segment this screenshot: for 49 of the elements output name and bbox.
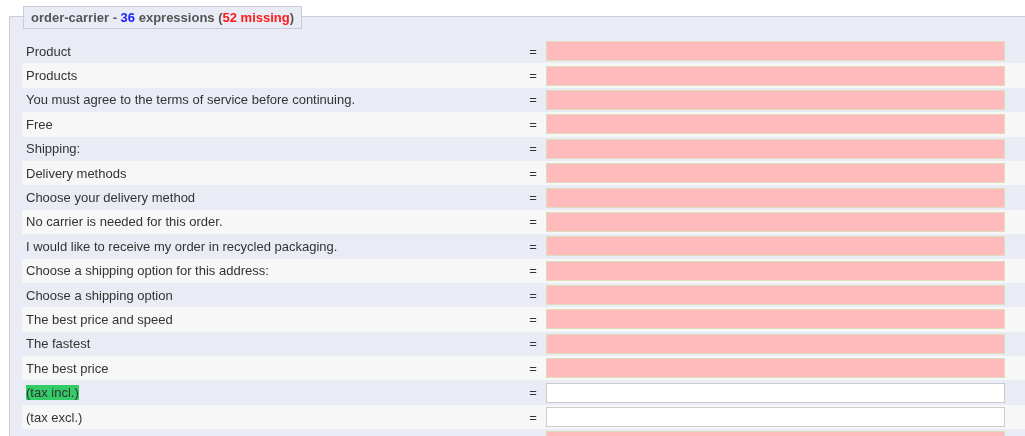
translation-field[interactable] [546, 41, 1005, 62]
expression-label: (tax incl.) [26, 385, 79, 401]
expression-label: Choose a shipping option for this address: [26, 263, 269, 279]
equals-sign: = [528, 116, 538, 132]
translation-field[interactable] [546, 309, 1005, 330]
equals-sign: = [528, 190, 538, 206]
expression-label: The fastest [26, 336, 91, 352]
expression-label: Delivery methods [26, 165, 127, 181]
equals-sign: = [528, 409, 538, 425]
translation-field[interactable] [546, 187, 1005, 208]
expression-label: I would like to receive my order in recycled packaging. [26, 238, 338, 254]
equals-sign: = [528, 141, 538, 157]
expression-label: Shipping: [26, 141, 81, 157]
translation-field[interactable] [546, 382, 1005, 403]
section-title: order-carrier - 36 expressions (52 missing) [23, 6, 303, 29]
translation-field[interactable] [546, 358, 1005, 379]
expression-label: Products [26, 68, 78, 84]
equals-sign: = [528, 360, 538, 376]
equals-sign: = [528, 312, 538, 327]
equals-sign: = [528, 336, 538, 352]
translation-field[interactable] [546, 407, 1005, 428]
translation-field[interactable] [546, 285, 1005, 306]
equals-sign: = [528, 214, 538, 230]
translation-field[interactable] [546, 65, 1005, 86]
translation-field[interactable] [546, 114, 1005, 135]
equals-sign: = [528, 92, 538, 108]
expression-label: The best price and speed [26, 312, 173, 327]
translation-field[interactable] [546, 333, 1005, 354]
expression-label: (tax excl.) [26, 409, 83, 425]
expression-label: Free [26, 116, 53, 132]
equals-sign: = [528, 43, 538, 59]
expression-label: The best price [26, 360, 109, 376]
equals-sign: = [528, 287, 538, 303]
translation-field[interactable] [546, 211, 1005, 232]
expression-label: You must agree to the terms of service before continuing. [26, 92, 356, 108]
translation-field[interactable] [546, 138, 1005, 159]
expression-label: Choose a shipping option [26, 287, 173, 303]
equals-sign: = [528, 263, 538, 279]
equals-sign: = [528, 385, 538, 401]
translation-field[interactable] [546, 236, 1005, 257]
equals-sign: = [528, 68, 538, 84]
expression-label: No carrier is needed for this order. [26, 214, 223, 230]
translation-field[interactable] [546, 89, 1005, 110]
expression-label: Product [26, 43, 71, 59]
translation-field[interactable] [546, 163, 1005, 184]
equals-sign: = [528, 238, 538, 254]
expression-label: Choose your delivery method [26, 190, 196, 206]
translation-field[interactable] [546, 260, 1005, 281]
equals-sign: = [528, 165, 538, 181]
